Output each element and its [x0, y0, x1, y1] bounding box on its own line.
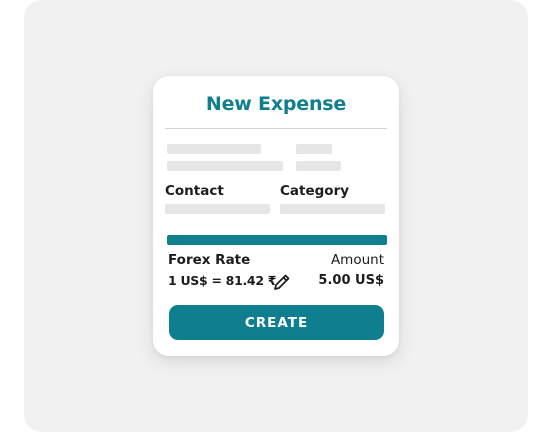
forex-rate-label: Forex Rate — [168, 252, 251, 268]
skeleton-field — [296, 161, 341, 171]
skeleton-field — [296, 144, 332, 154]
form-title: New Expense — [205, 93, 347, 115]
contact-field[interactable] — [165, 204, 270, 214]
skeleton-field — [167, 144, 261, 154]
forex-rate-value: 1 US$ = 81.42 ₹ — [168, 273, 277, 288]
divider-accent-bar — [167, 235, 387, 245]
create-button[interactable]: CREATE — [169, 305, 384, 340]
title-divider — [165, 128, 387, 129]
contact-label: Contact — [165, 183, 224, 199]
category-field[interactable] — [280, 204, 385, 214]
skeleton-field — [167, 161, 283, 171]
amount-value: 5.00 US$ — [318, 273, 384, 288]
pencil-icon[interactable] — [272, 272, 292, 292]
amount-label: Amount — [330, 252, 384, 268]
new-expense-card: New Expense Contact Category Forex Rate … — [153, 76, 399, 356]
category-label: Category — [280, 183, 350, 199]
